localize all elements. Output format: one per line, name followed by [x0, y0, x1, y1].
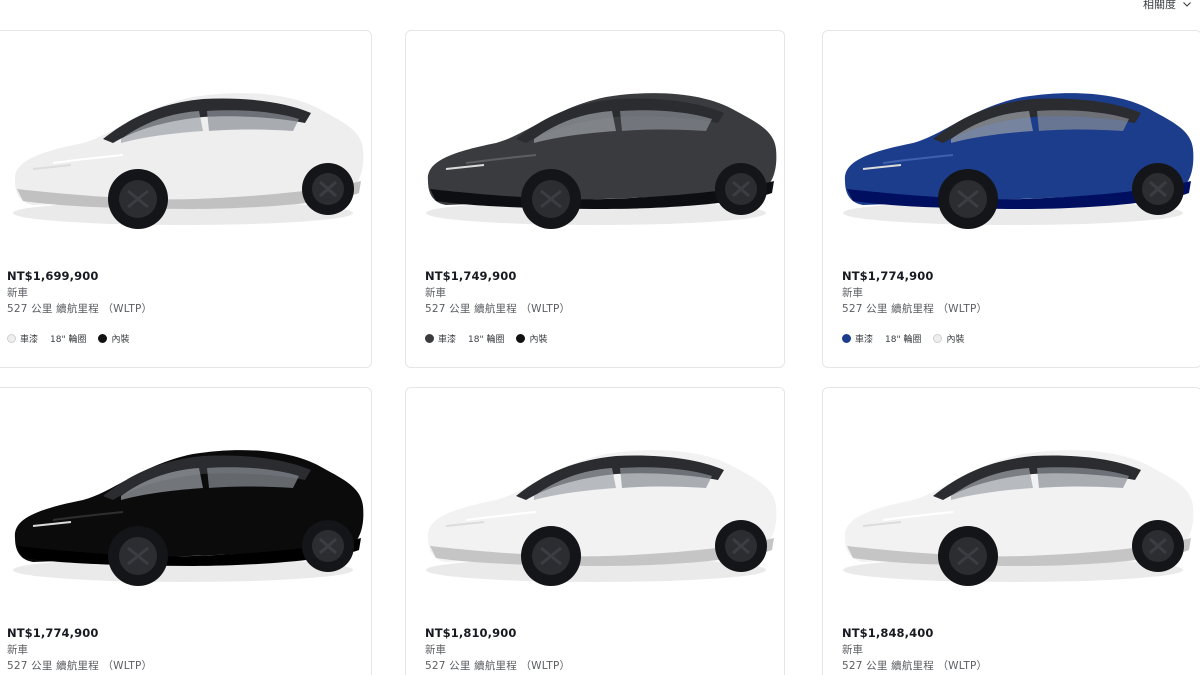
vehicle-condition: 新車	[7, 644, 28, 656]
car-image	[406, 31, 784, 251]
car-image	[406, 388, 784, 608]
vehicle-specs: 車漆 18" 輪圈 內裝	[842, 332, 976, 345]
car-image	[0, 388, 371, 608]
paint-label: 車漆	[855, 335, 874, 345]
sort-dropdown[interactable]: 相關度	[1143, 0, 1192, 12]
vehicle-range: 527 公里 續航里程 （WLTP）	[425, 660, 571, 672]
vehicle-condition: 新車	[842, 644, 863, 656]
paint-spec: 車漆	[7, 332, 38, 345]
interior-spec: 內裝	[516, 332, 547, 345]
vehicle-range: 527 公里 續航里程 （WLTP）	[842, 303, 988, 315]
interior-label: 內裝	[111, 335, 130, 345]
vehicle-condition: 新車	[842, 287, 863, 299]
wheel-spec: 18" 輪圈	[468, 332, 504, 345]
vehicle-price: NT$1,774,900	[842, 269, 934, 283]
interior-swatch	[98, 334, 108, 343]
vehicle-specs: 車漆 18" 輪圈 內裝	[425, 332, 559, 345]
car-image	[823, 31, 1200, 251]
paint-swatch	[842, 334, 851, 343]
vehicle-condition: 新車	[425, 644, 446, 656]
vehicle-card[interactable]: NT$1,699,900 新車 527 公里 續航里程 （WLTP） 車漆 18…	[0, 30, 372, 368]
paint-swatch	[425, 334, 434, 343]
interior-spec: 內裝	[933, 332, 964, 345]
vehicle-card[interactable]: NT$1,774,900 新車 527 公里 續航里程 （WLTP）	[0, 387, 372, 675]
paint-swatch	[7, 334, 16, 343]
sort-label: 相關度	[1143, 0, 1176, 11]
vehicle-range: 527 公里 續航里程 （WLTP）	[7, 303, 153, 315]
vehicle-price: NT$1,810,900	[425, 626, 517, 640]
car-image	[823, 388, 1200, 608]
vehicle-card[interactable]: NT$1,810,900 新車 527 公里 續航里程 （WLTP）	[405, 387, 785, 675]
wheel-label: 18" 輪圈	[468, 335, 505, 345]
interior-swatch	[516, 334, 526, 343]
paint-label: 車漆	[20, 335, 39, 345]
vehicle-range: 527 公里 續航里程 （WLTP）	[842, 660, 988, 672]
wheel-label: 18" 輪圈	[885, 335, 922, 345]
wheel-label: 18" 輪圈	[50, 335, 87, 345]
vehicle-card[interactable]: NT$1,774,900 新車 527 公里 續航里程 （WLTP） 車漆 18…	[822, 30, 1200, 368]
paint-spec: 車漆	[842, 332, 873, 345]
vehicle-price: NT$1,749,900	[425, 269, 517, 283]
wheel-spec: 18" 輪圈	[885, 332, 921, 345]
vehicle-range: 527 公里 續航里程 （WLTP）	[425, 303, 571, 315]
vehicle-condition: 新車	[425, 287, 446, 299]
vehicle-specs: 車漆 18" 輪圈 內裝	[7, 332, 141, 345]
wheel-spec: 18" 輪圈	[50, 332, 86, 345]
paint-label: 車漆	[438, 335, 457, 345]
vehicle-price: NT$1,774,900	[7, 626, 99, 640]
vehicle-price: NT$1,848,400	[842, 626, 934, 640]
interior-swatch	[933, 334, 943, 343]
vehicle-range: 527 公里 續航里程 （WLTP）	[7, 660, 153, 672]
inventory-page: 相關度 NT$1,699,900 新車 527 公里 續航里程 （WLTP） 車…	[0, 0, 1200, 675]
vehicle-card[interactable]: NT$1,749,900 新車 527 公里 續航里程 （WLTP） 車漆 18…	[405, 30, 785, 368]
vehicle-price: NT$1,699,900	[7, 269, 99, 283]
interior-label: 內裝	[529, 335, 548, 345]
chevron-down-icon	[1183, 2, 1191, 7]
car-image	[0, 31, 371, 251]
paint-spec: 車漆	[425, 332, 456, 345]
interior-label: 內裝	[946, 335, 965, 345]
interior-spec: 內裝	[98, 332, 129, 345]
vehicle-card[interactable]: NT$1,848,400 新車 527 公里 續航里程 （WLTP）	[822, 387, 1200, 675]
vehicle-condition: 新車	[7, 287, 28, 299]
